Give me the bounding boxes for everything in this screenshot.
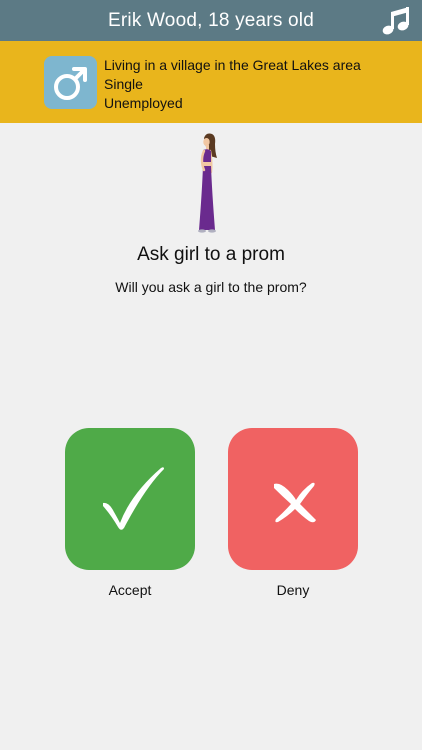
event-question: Will you ask a girl to the prom?: [115, 279, 307, 295]
deny-label: Deny: [276, 582, 310, 598]
relationship-text: Single: [104, 76, 143, 92]
employment-text: Unemployed: [104, 95, 183, 111]
girl-illustration: [188, 132, 234, 236]
character-info-bar: Living in a village in the Great Lakes a…: [0, 41, 422, 123]
cross-icon: [274, 482, 316, 523]
music-note-icon[interactable]: [380, 4, 412, 36]
location-text: Living in a village in the Great Lakes a…: [104, 57, 361, 73]
top-bar: Erik Wood, 18 years old: [0, 0, 422, 41]
accept-label: Accept: [108, 582, 152, 598]
checkmark-icon: [103, 467, 164, 530]
character-name-age: Erik Wood, 18 years old: [108, 10, 314, 31]
male-symbol-icon: [44, 56, 97, 109]
deny-button[interactable]: [228, 428, 358, 570]
accept-button[interactable]: [65, 428, 195, 570]
character-status: Living in a village in the Great Lakes a…: [104, 56, 361, 113]
event-title: Ask girl to a prom: [137, 244, 285, 265]
